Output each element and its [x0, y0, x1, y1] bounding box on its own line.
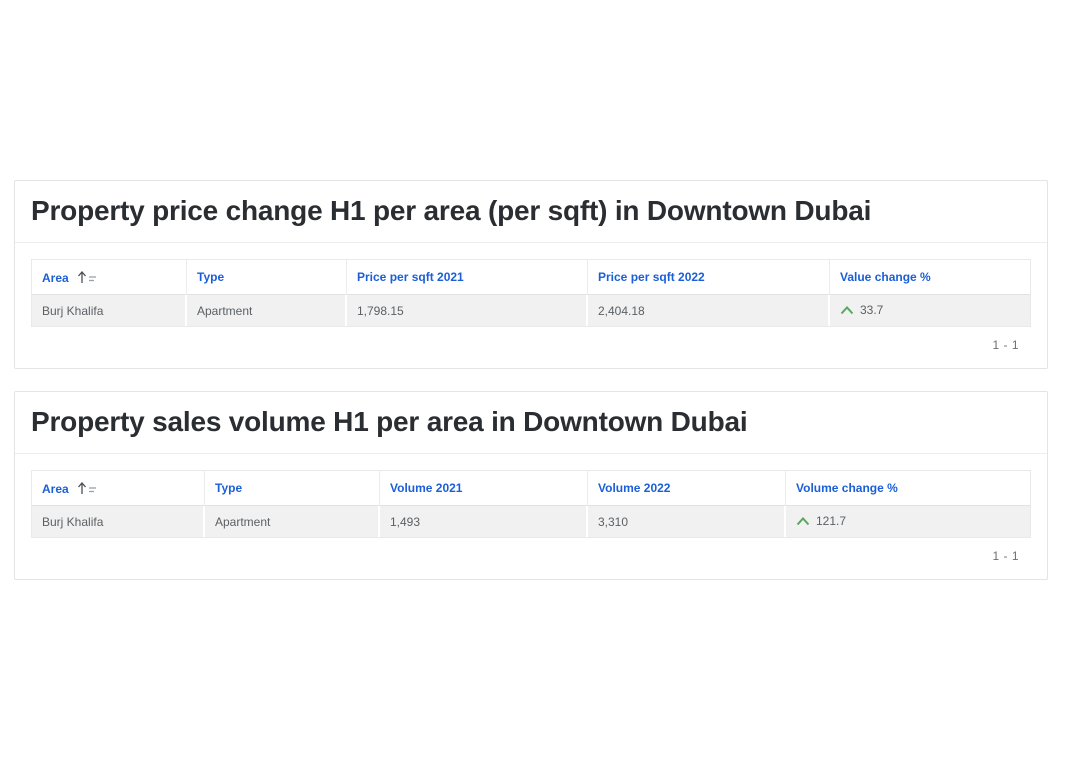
column-header-price-2021[interactable]: Price per sqft 2021 [347, 260, 588, 295]
table-row: Burj Khalifa Apartment 1,798.15 2,404.18 [32, 295, 1030, 326]
column-header-label: Type [215, 481, 242, 495]
change-value: 33.7 [860, 303, 883, 317]
sales-volume-card: Property sales volume H1 per area in Dow… [14, 391, 1048, 580]
cell-price-2021: 1,798.15 [347, 295, 588, 326]
cell-volume-2021: 1,493 [380, 506, 588, 537]
column-header-type[interactable]: Type [205, 471, 380, 506]
column-header-label: Value change % [840, 270, 931, 284]
cell-area: Burj Khalifa [32, 506, 205, 537]
cell-value-change: 33.7 [830, 295, 1030, 326]
column-header-label: Price per sqft 2021 [357, 270, 464, 284]
cell-volume-change: 121.7 [786, 506, 1030, 537]
cell-type: Apartment [187, 295, 347, 326]
card-title: Property sales volume H1 per area in Dow… [15, 392, 1047, 454]
data-grid: Area [31, 259, 1031, 327]
card-title: Property price change H1 per area (per s… [15, 181, 1047, 243]
sort-ascending-icon [77, 481, 99, 495]
header-row: Area [32, 260, 1030, 295]
sort-ascending-icon [77, 270, 99, 284]
column-header-label: Price per sqft 2022 [598, 270, 705, 284]
cell-volume-2022: 3,310 [588, 506, 786, 537]
change-value: 121.7 [816, 514, 846, 528]
cell-price-2022: 2,404.18 [588, 295, 830, 326]
column-header-volume-2021[interactable]: Volume 2021 [380, 471, 588, 506]
column-header-area[interactable]: Area [32, 471, 205, 506]
cell-area: Burj Khalifa [32, 295, 187, 326]
column-header-volume-change[interactable]: Volume change % [786, 471, 1030, 506]
data-grid: Area [31, 470, 1031, 538]
column-header-label: Volume 2022 [598, 481, 670, 495]
column-header-area[interactable]: Area [32, 260, 187, 295]
pagination-label: 1 - 1 [31, 327, 1031, 368]
column-header-label: Volume 2021 [390, 481, 462, 495]
page: Property price change H1 per area (per s… [0, 0, 1072, 580]
cell-type: Apartment [205, 506, 380, 537]
column-header-volume-2022[interactable]: Volume 2022 [588, 471, 786, 506]
header-row: Area [32, 471, 1030, 506]
chevron-up-icon [796, 517, 810, 526]
pagination-label: 1 - 1 [31, 538, 1031, 579]
column-header-value-change[interactable]: Value change % [830, 260, 1030, 295]
table-row: Burj Khalifa Apartment 1,493 3,310 [32, 506, 1030, 537]
column-header-label: Volume change % [796, 481, 898, 495]
chevron-up-icon [840, 306, 854, 315]
column-header-label: Area [42, 482, 69, 496]
column-header-price-2022[interactable]: Price per sqft 2022 [588, 260, 830, 295]
table-wrap: Area [15, 243, 1047, 368]
column-header-label: Type [197, 270, 224, 284]
table-wrap: Area [15, 454, 1047, 579]
column-header-type[interactable]: Type [187, 260, 347, 295]
price-change-card: Property price change H1 per area (per s… [14, 180, 1048, 369]
column-header-label: Area [42, 271, 69, 285]
